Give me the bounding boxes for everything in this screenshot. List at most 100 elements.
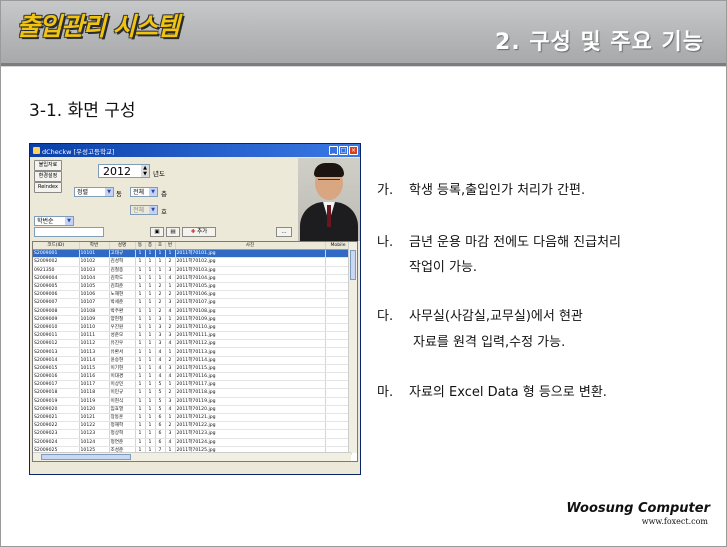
cell-building: 1	[135, 257, 146, 267]
table-row[interactable]: S2009008 10108 박주환 1 1 2 4 2011학70108.jpg	[33, 307, 352, 316]
year-spinner-icon[interactable]: ▲ ▼	[141, 165, 149, 177]
cell-floor: 1	[145, 413, 156, 423]
cell-student-no: 10110	[79, 323, 110, 333]
table-row[interactable]: S2009021 10121 장동훈 1 1 6 1 2011학70121.jpg	[33, 413, 352, 423]
cell-student-no: 10103	[79, 266, 110, 275]
table-row[interactable]: S2009007 10107 박세준 1 1 2 3 2011학70107.jpg	[33, 298, 352, 308]
room-suffix-label: 호	[161, 208, 167, 216]
scroll-thumb[interactable]	[41, 454, 131, 460]
year-input[interactable]: 2012 ▲ ▼	[98, 164, 150, 178]
cell-number: 2	[165, 356, 176, 365]
table-row[interactable]: S2009004 10104 김학도 1 1 1 4 2011학70104.jpg	[33, 274, 352, 283]
cell-building: 1	[135, 364, 146, 374]
cell-student-no: 10106	[79, 290, 110, 300]
table-row[interactable]: S2009018 10118 이민규 1 1 5 2 2011학70118.jpg	[33, 388, 352, 398]
more-button[interactable]: ...	[276, 227, 292, 237]
sort-select[interactable]: 학번순 ▼	[34, 216, 74, 226]
cell-photo: 2011학70107.jpg	[175, 298, 326, 308]
cell-code: S2009007	[33, 298, 80, 308]
maximize-icon[interactable]: □	[339, 146, 348, 155]
image-icon[interactable]: ▤	[166, 227, 180, 237]
window-titlebar[interactable]: dCheckw [우성고등학교] _ □ ×	[30, 144, 360, 157]
table-row[interactable]: S2009016 10116 이대경 1 1 4 4 2011학70116.jpg	[33, 372, 352, 382]
table-row[interactable]: S2009014 10114 윤승현 1 1 4 2 2011학70114.jpg	[33, 356, 352, 365]
cell-name: 임효열	[109, 405, 136, 414]
cell-student-no: 10122	[79, 421, 110, 431]
cell-student-no: 10107	[79, 298, 110, 308]
cell-student-no: 10111	[79, 331, 110, 341]
column-header-building[interactable]: 동	[135, 242, 146, 251]
cell-floor: 1	[145, 372, 156, 382]
reindex-button[interactable]: Reindex	[34, 182, 62, 193]
minimize-icon[interactable]: _	[329, 146, 338, 155]
cell-room: 3	[155, 339, 166, 349]
table-row[interactable]: S2009013 10113 유환서 1 1 4 1 2011학70113.jpg	[33, 347, 352, 357]
column-header-floor[interactable]: 층	[145, 242, 156, 251]
table-row[interactable]: S2009020 10120 임효열 1 1 5 4 2011학70120.jpg	[33, 405, 352, 414]
student-grid[interactable]: 코드(ID) 학번 성명 동 층 호 번 사진 Mobile S2009001 1…	[32, 241, 358, 462]
cell-room: 2	[155, 307, 166, 316]
table-row[interactable]: S2009019 10119 이현식 1 1 5 3 2011학70119.jpg	[33, 397, 352, 406]
column-header-student-no[interactable]: 학번	[79, 242, 110, 251]
cell-number: 3	[165, 331, 176, 341]
cell-photo: 2011학70101.jpg	[175, 249, 326, 259]
cell-student-no: 10117	[79, 380, 110, 390]
scroll-thumb[interactable]	[350, 250, 356, 280]
cell-photo: 2011학70113.jpg	[175, 347, 326, 357]
column-header-photo[interactable]: 사진	[175, 242, 326, 251]
settings-button[interactable]: 환경설정	[34, 171, 62, 182]
cell-building: 1	[135, 315, 146, 324]
footer-brand: Woosung Computer	[566, 501, 710, 516]
table-row[interactable]: S2009002 10102 김성혁 1 1 1 2 2011학70102.jpg	[33, 257, 352, 267]
table-row[interactable]: 0921350 10103 김철종 1 1 1 3 2011학70103.jpg	[33, 266, 352, 275]
table-row[interactable]: S2009012 10112 유진우 1 1 3 4 2011학70112.jpg	[33, 339, 352, 349]
table-row[interactable]: S2009022 10122 정재학 1 1 6 2 2011학70122.jpg	[33, 421, 352, 431]
column-header-room[interactable]: 호	[155, 242, 166, 251]
chevron-down-icon: ▼	[105, 188, 113, 196]
table-row[interactable]: S2009009 10109 양현철 1 1 3 1 2011학70109.jpg	[33, 315, 352, 324]
vertical-scrollbar[interactable]	[348, 242, 357, 453]
photo-icon[interactable]: ▣	[150, 227, 164, 237]
cell-code: 0921350	[33, 266, 80, 275]
import-data-button[interactable]: 불입자료	[34, 160, 62, 171]
cell-code: S2009023	[33, 429, 80, 439]
building-select[interactable]: 정렬 ▼	[74, 187, 114, 197]
search-input[interactable]	[34, 227, 104, 237]
feature-mark: 다.	[377, 309, 394, 324]
table-row[interactable]: S2009005 10105 김희준 1 1 2 1 2011학70105.jpg	[33, 282, 352, 292]
add-button[interactable]: ✚ 추가	[182, 227, 216, 237]
cell-name: 김철종	[109, 266, 136, 275]
table-row[interactable]: S2009006 10106 노재현 1 1 2 2 2011학70106.jpg	[33, 290, 352, 300]
table-row[interactable]: S2009011 10111 성준모 1 1 3 3 2011학70111.jpg	[33, 331, 352, 341]
table-row[interactable]: S2009010 10110 우진원 1 1 3 2 2011학70110.jpg	[33, 323, 352, 333]
floor-select[interactable]: 전체 ▼	[130, 187, 158, 197]
table-row[interactable]: S2009024 10124 정연준 1 1 6 4 2011학70124.jpg	[33, 438, 352, 447]
table-row[interactable]: S2009001 10101 고태규 1 1 1 1 2011학70101.jpg	[33, 249, 352, 259]
cell-code: S2009021	[33, 413, 80, 423]
table-row[interactable]: S2009017 10117 이상민 1 1 5 1 2011학70117.jpg	[33, 380, 352, 390]
slide: 출입관리 시스템 2. 구성 및 주요 기능 3-1. 화면 구성 dCheck…	[0, 0, 727, 547]
year-suffix-label: 년도	[153, 170, 165, 178]
close-icon[interactable]: ×	[349, 146, 358, 155]
cell-name: 정연준	[109, 438, 136, 447]
cell-name: 김학도	[109, 274, 136, 283]
cell-number: 2	[165, 323, 176, 333]
cell-student-no: 10105	[79, 282, 110, 292]
cell-name: 김성혁	[109, 257, 136, 267]
cell-floor: 1	[145, 356, 156, 365]
cell-floor: 1	[145, 405, 156, 414]
cell-number: 3	[165, 397, 176, 406]
cell-number: 2	[165, 290, 176, 300]
column-header-number[interactable]: 번	[165, 242, 176, 251]
column-header-name[interactable]: 성명	[109, 242, 136, 251]
cell-room: 5	[155, 388, 166, 398]
cell-name: 이기현	[109, 364, 136, 374]
cell-photo: 2011학70119.jpg	[175, 397, 326, 406]
room-select[interactable]: 전체 ▼	[130, 205, 158, 215]
table-row[interactable]: S2009015 10115 이기현 1 1 4 3 2011학70115.jpg	[33, 364, 352, 374]
cell-code: S2009016	[33, 372, 80, 382]
column-header-code[interactable]: 코드(ID)	[33, 242, 80, 251]
cell-name: 윤승현	[109, 356, 136, 365]
horizontal-scrollbar[interactable]	[33, 452, 351, 461]
table-row[interactable]: S2009023 10123 정상혁 1 1 6 3 2011학70123.jpg	[33, 429, 352, 439]
